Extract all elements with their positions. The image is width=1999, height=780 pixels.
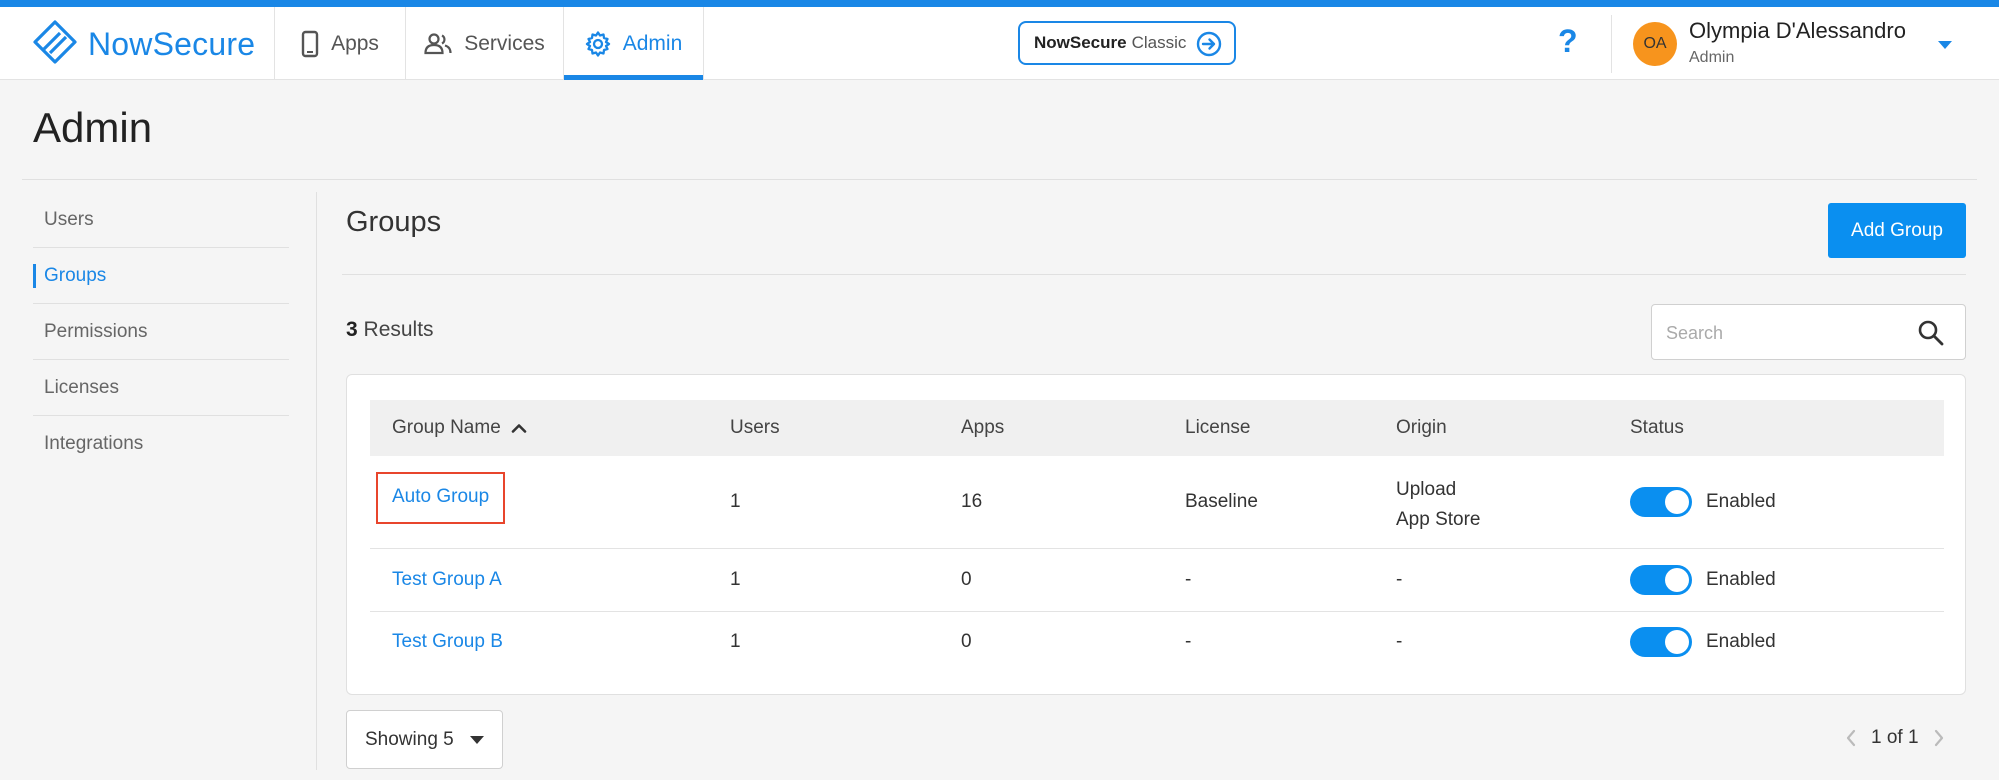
top-accent-bar bbox=[0, 0, 1999, 7]
nav-tab-apps-label: Apps bbox=[331, 31, 379, 55]
logo-text: NowSecure bbox=[88, 26, 256, 62]
chevron-down-icon[interactable] bbox=[1937, 40, 1953, 50]
table-row: Auto Group 1 16 Baseline Upload App Stor… bbox=[370, 456, 1944, 549]
group-users-count: 1 bbox=[730, 491, 741, 512]
search-icon[interactable] bbox=[1917, 319, 1945, 347]
column-header-status: Status bbox=[1630, 417, 1684, 438]
search-input[interactable] bbox=[1666, 319, 1896, 347]
results-number: 3 bbox=[346, 318, 358, 341]
section-divider bbox=[342, 274, 1966, 275]
group-apps-count: 16 bbox=[961, 491, 983, 512]
avatar[interactable]: OA bbox=[1633, 22, 1677, 66]
nowsecure-classic-button[interactable]: NowSecure Classic bbox=[1018, 21, 1236, 65]
user-role: Admin bbox=[1689, 49, 1735, 66]
column-header-group-name[interactable]: Group Name bbox=[392, 417, 527, 439]
header-divider bbox=[1611, 15, 1612, 73]
status-toggle[interactable] bbox=[1630, 627, 1692, 657]
classic-brand-label: NowSecure bbox=[1034, 33, 1127, 52]
group-name-link[interactable]: Auto Group bbox=[376, 472, 506, 524]
group-apps-count: 0 bbox=[961, 631, 972, 652]
chevron-right-icon[interactable] bbox=[1933, 729, 1945, 747]
groups-table-card: Group Name Users Apps License Origin Sta… bbox=[346, 374, 1966, 695]
nav-tab-apps[interactable]: Apps bbox=[274, 7, 405, 80]
sidebar-item-licenses[interactable]: Licenses bbox=[33, 360, 289, 416]
page-title: Admin bbox=[33, 104, 153, 151]
column-header-apps: Apps bbox=[961, 417, 1005, 438]
caret-down-icon bbox=[470, 736, 484, 744]
table-row: Test Group B 1 0 - - Enabled bbox=[370, 612, 1944, 674]
group-origin: - bbox=[1396, 569, 1403, 590]
section-title: Groups bbox=[346, 206, 442, 238]
toggle-knob bbox=[1665, 568, 1689, 592]
column-header-users: Users bbox=[730, 417, 780, 438]
group-license: - bbox=[1185, 631, 1192, 652]
sidebar-item-label: Permissions bbox=[44, 320, 148, 342]
group-users-count: 1 bbox=[730, 631, 741, 652]
pagination: 1 of 1 bbox=[1845, 727, 1945, 749]
group-name-link[interactable]: Test Group B bbox=[392, 631, 503, 653]
group-license: Baseline bbox=[1185, 491, 1258, 512]
column-header-origin: Origin bbox=[1396, 417, 1447, 438]
group-origin: - bbox=[1396, 631, 1403, 652]
sidebar-item-integrations[interactable]: Integrations bbox=[33, 416, 289, 472]
page-size-label: Showing 5 bbox=[365, 728, 454, 750]
origin-line: App Store bbox=[1396, 509, 1481, 530]
column-header-label: Group Name bbox=[392, 417, 501, 438]
sidebar-item-label: Groups bbox=[44, 264, 107, 286]
nav-tab-admin[interactable]: Admin bbox=[563, 7, 704, 80]
nav-tab-services[interactable]: Services bbox=[405, 7, 563, 80]
classic-suffix-label: Classic bbox=[1131, 33, 1187, 52]
arrow-right-circle-icon bbox=[1196, 31, 1222, 57]
chevron-left-icon[interactable] bbox=[1845, 729, 1857, 747]
sidebar-item-users[interactable]: Users bbox=[33, 192, 289, 248]
sidebar-item-label: Licenses bbox=[44, 376, 119, 398]
group-users-count: 1 bbox=[730, 569, 741, 590]
group-license: - bbox=[1185, 569, 1192, 590]
status-label: Enabled bbox=[1706, 491, 1776, 512]
sidebar-item-groups[interactable]: Groups bbox=[33, 248, 289, 304]
admin-sidebar: Users Groups Permissions Licenses Integr… bbox=[33, 192, 289, 472]
sort-ascending-icon bbox=[511, 424, 527, 433]
group-origin: Upload App Store bbox=[1396, 475, 1481, 535]
origin-line: Upload bbox=[1396, 479, 1457, 500]
group-apps-count: 0 bbox=[961, 569, 972, 590]
search-box bbox=[1651, 304, 1966, 360]
group-name-link[interactable]: Test Group A bbox=[392, 569, 502, 591]
user-name: Olympia D'Alessandro bbox=[1689, 18, 1906, 43]
toggle-knob bbox=[1665, 630, 1689, 654]
nowsecure-logo[interactable]: NowSecure bbox=[32, 19, 255, 70]
sidebar-item-permissions[interactable]: Permissions bbox=[33, 304, 289, 360]
title-divider bbox=[22, 179, 1977, 180]
results-count: 3 Results bbox=[346, 318, 434, 342]
nowsecure-logo-icon bbox=[32, 19, 78, 70]
phone-icon bbox=[301, 30, 319, 57]
status-label: Enabled bbox=[1706, 569, 1776, 590]
status-toggle[interactable] bbox=[1630, 565, 1692, 595]
sidebar-item-label: Users bbox=[44, 208, 94, 230]
column-header-license: License bbox=[1185, 417, 1251, 438]
top-header: NowSecure Apps Services Admin NowSecure … bbox=[0, 7, 1999, 80]
nav-tab-services-label: Services bbox=[464, 31, 545, 55]
help-icon[interactable]: ? bbox=[1558, 23, 1578, 60]
people-icon bbox=[424, 32, 452, 54]
status-label: Enabled bbox=[1706, 631, 1776, 652]
page-indicator: 1 of 1 bbox=[1871, 727, 1919, 748]
results-label: Results bbox=[363, 318, 434, 341]
add-group-button[interactable]: Add Group bbox=[1828, 203, 1966, 258]
toggle-knob bbox=[1665, 490, 1689, 514]
status-toggle[interactable] bbox=[1630, 487, 1692, 517]
sidebar-divider bbox=[316, 192, 317, 770]
table-row: Test Group A 1 0 - - Enabled bbox=[370, 549, 1944, 612]
nav-tab-admin-label: Admin bbox=[622, 31, 683, 55]
page-size-select[interactable]: Showing 5 bbox=[346, 710, 503, 769]
sidebar-item-label: Integrations bbox=[44, 433, 144, 454]
gear-icon bbox=[585, 30, 610, 57]
table-header: Group Name Users Apps License Origin Sta… bbox=[370, 400, 1944, 456]
